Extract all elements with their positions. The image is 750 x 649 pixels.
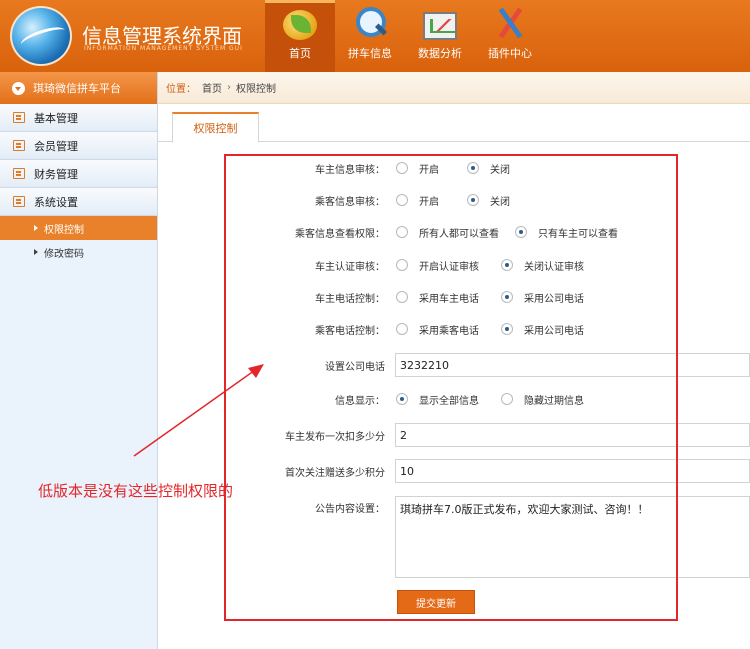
tools-icon (493, 6, 527, 40)
note-icon (13, 112, 25, 123)
nav-item-label: 数据分析 (418, 47, 462, 60)
app-subtitle: INFORMATION MANAGEMENT SYSTEM GUI (84, 45, 243, 52)
nav-item-plugin-center[interactable]: 插件中心 (475, 0, 545, 72)
breadcrumb-separator-icon: › (227, 82, 231, 93)
annotation-highlight-box (224, 154, 678, 621)
nav-item-label: 拼车信息 (348, 47, 392, 60)
sidebar-title: 琪琦微信拼车平台 (33, 82, 121, 95)
nav-item-label: 首页 (289, 47, 311, 60)
sidebar-header[interactable]: 琪琦微信拼车平台 (0, 72, 157, 104)
tab-bar: 权限控制 (158, 112, 750, 143)
nav-item-carpool-info[interactable]: 拼车信息 (335, 0, 405, 72)
nav-item-label: 插件中心 (488, 47, 532, 60)
chevron-down-icon (12, 81, 25, 95)
globe-logo-icon (10, 6, 72, 66)
sidebar-item-members[interactable]: 会员管理 (0, 132, 157, 160)
breadcrumb-prefix: 位置： (166, 84, 196, 95)
breadcrumb: 位置： 首页 › 权限控制 (158, 72, 750, 104)
sidebar-item-basic[interactable]: 基本管理 (0, 104, 157, 132)
main-nav: 首页 拼车信息 数据分析 插件中心 (265, 0, 545, 72)
annotation-text: 低版本是没有这些控制权限的 (38, 482, 234, 500)
breadcrumb-link-home[interactable]: 首页 (202, 80, 222, 95)
sidebar-item-label: 基本管理 (34, 111, 78, 125)
note-icon (13, 140, 25, 151)
breadcrumb-current: 权限控制 (236, 84, 276, 95)
annotation-arrow-icon (133, 364, 264, 457)
home-icon (283, 10, 317, 40)
tab-permissions[interactable]: 权限控制 (172, 112, 259, 143)
sidebar-item-label: 会员管理 (34, 139, 78, 153)
chart-icon (423, 12, 457, 40)
top-header: 信息管理系统界面 INFORMATION MANAGEMENT SYSTEM G… (0, 0, 750, 72)
search-icon (353, 6, 387, 40)
nav-item-home[interactable]: 首页 (265, 0, 335, 72)
nav-item-data-analysis[interactable]: 数据分析 (405, 0, 475, 72)
